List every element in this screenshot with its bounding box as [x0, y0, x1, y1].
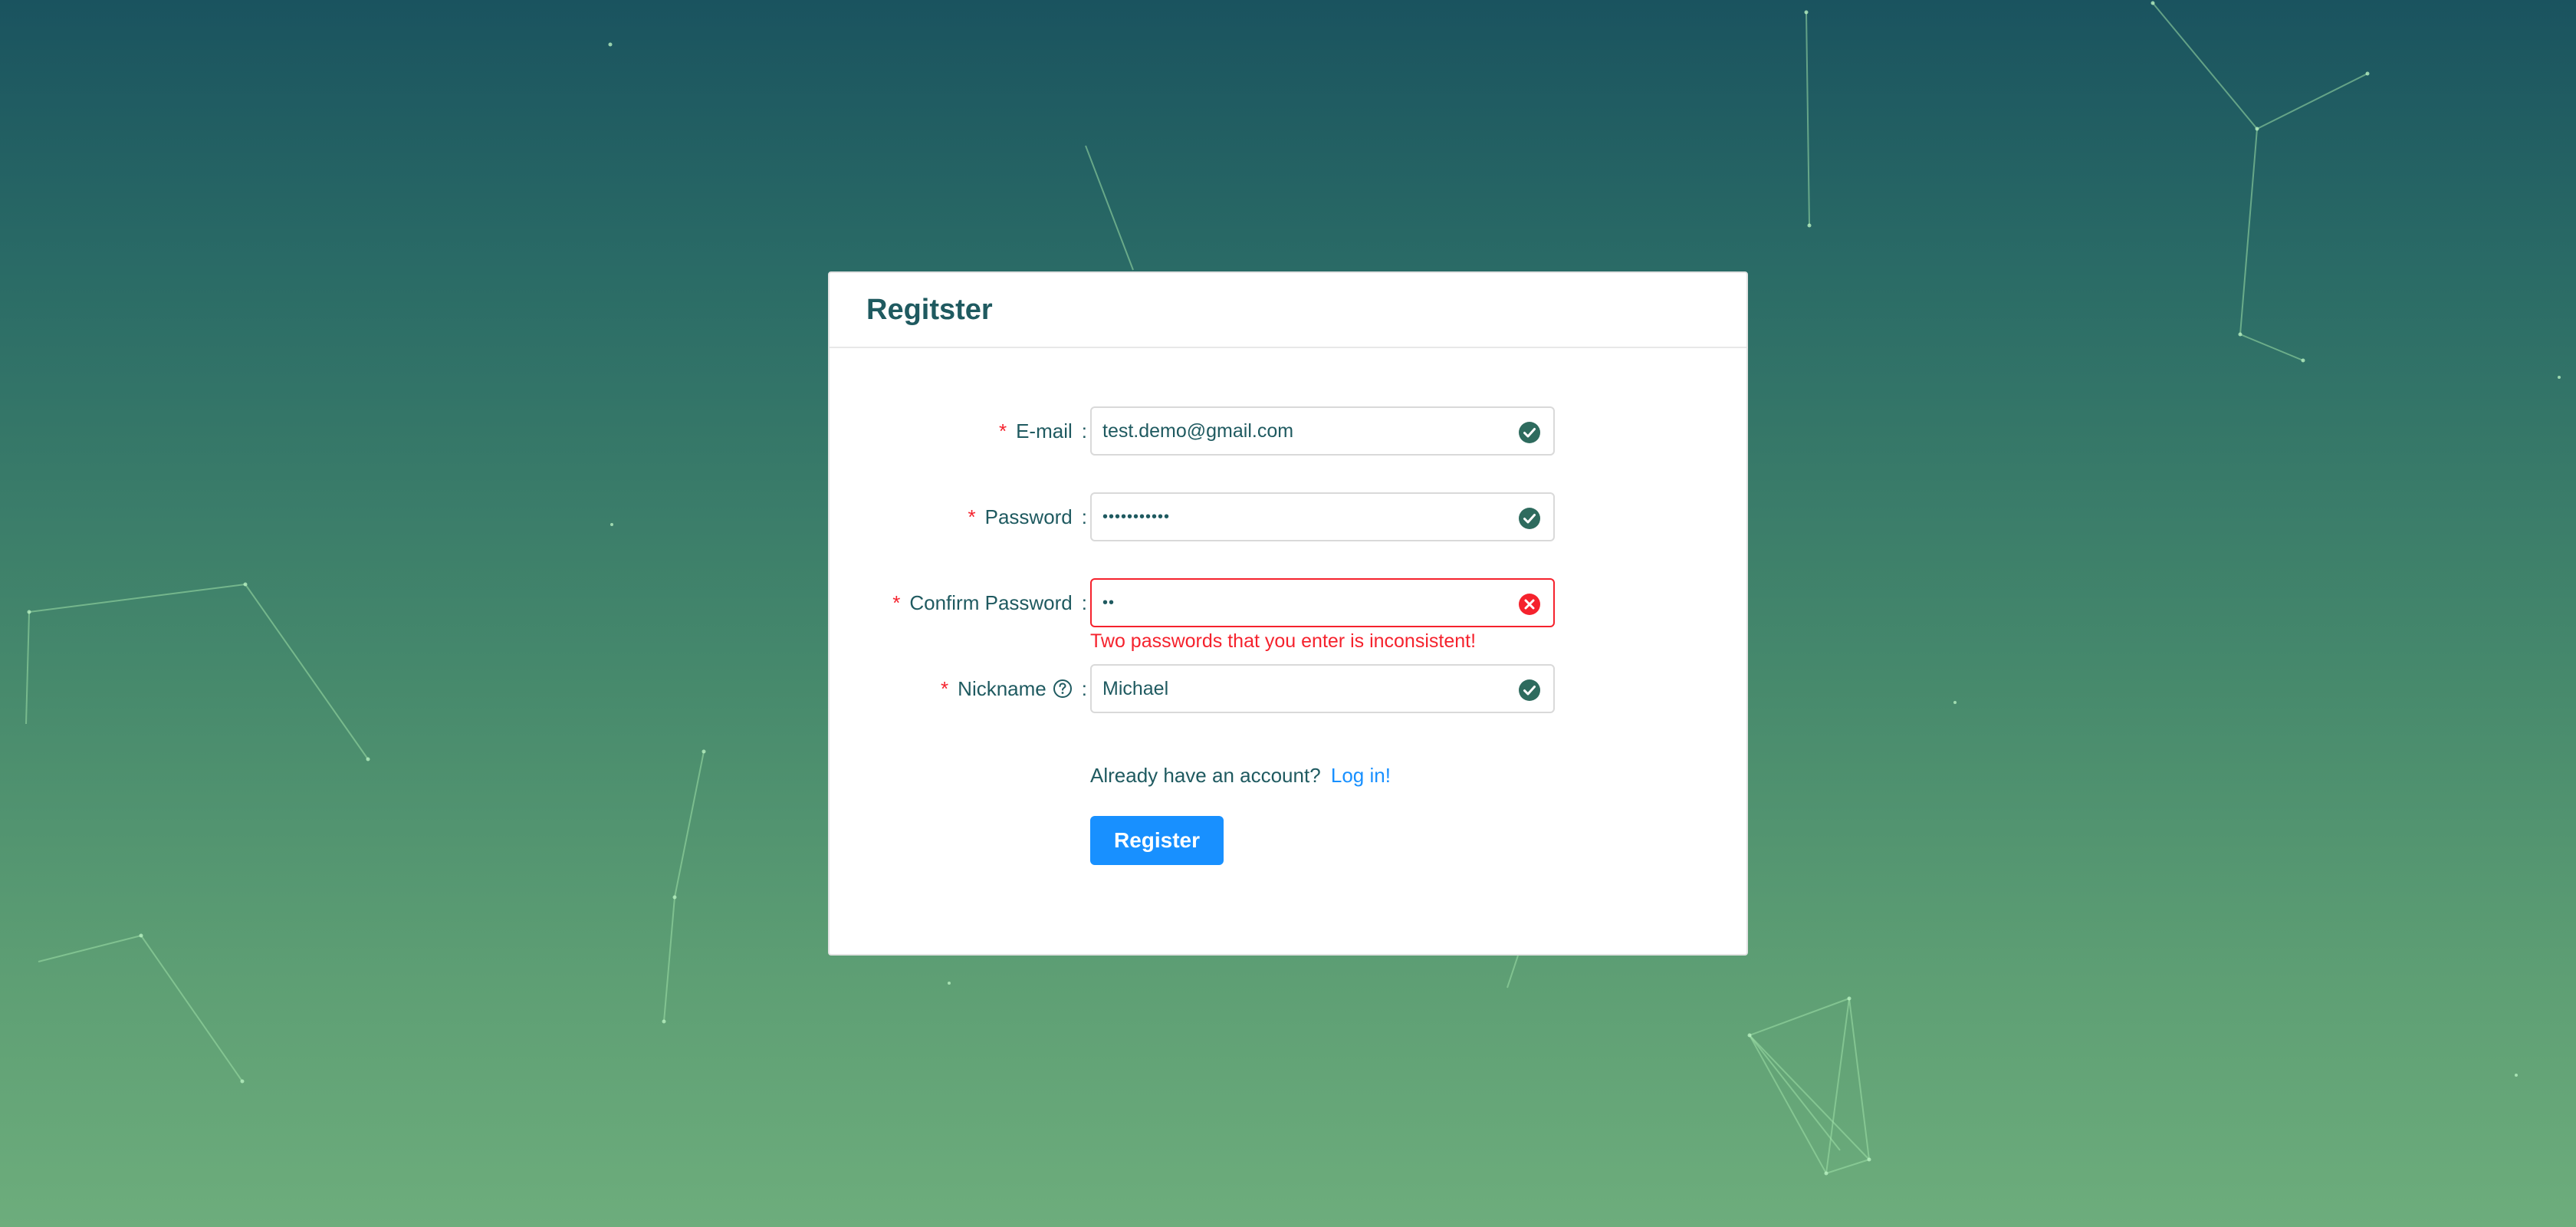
confirm-password-label: * Confirm Password : — [892, 590, 1087, 614]
email-row: * E-mail : test.demo@gmail.com — [830, 406, 1746, 456]
nickname-row: * Nickname : Michael — [830, 664, 1746, 713]
confirm-password-row: * Confirm Password : •• Two passwords th… — [830, 578, 1746, 652]
register-card: Regitster * E-mail : test.demo@gmail.com… — [828, 271, 1748, 956]
register-button[interactable]: Register — [1090, 816, 1224, 865]
check-circle-icon — [1519, 422, 1540, 443]
nickname-field[interactable]: Michael — [1090, 664, 1555, 713]
card-title: Regitster — [866, 293, 993, 326]
nickname-value: Michael — [1102, 677, 1169, 699]
login-prompt: Already have an account? — [1090, 764, 1321, 787]
check-circle-icon — [1519, 679, 1540, 701]
required-mark: * — [968, 505, 976, 528]
close-circle-icon — [1519, 594, 1540, 615]
card-header: Regitster — [830, 273, 1746, 348]
email-field[interactable]: test.demo@gmail.com — [1090, 406, 1555, 456]
submit-row: Register — [830, 816, 1746, 865]
confirm-password-error: Two passwords that you enter is inconsis… — [1090, 630, 1477, 652]
login-link[interactable]: Log in! — [1331, 764, 1391, 787]
confirm-password-value: •• — [1102, 594, 1116, 611]
email-value: test.demo@gmail.com — [1102, 419, 1294, 442]
email-label: * E-mail : — [998, 419, 1087, 442]
required-mark: * — [892, 590, 901, 614]
login-prompt-line: Already have an account? Log in! — [1090, 764, 1391, 788]
password-row: * Password : ••••••••••• — [830, 492, 1746, 541]
required-mark: * — [998, 419, 1007, 442]
nickname-label: * Nickname : — [941, 676, 1087, 700]
password-label: * Password : — [968, 505, 1087, 528]
confirm-password-field[interactable]: •• — [1090, 578, 1555, 627]
required-mark: * — [941, 676, 949, 700]
login-row: Already have an account? Log in! — [830, 764, 1746, 794]
password-field[interactable]: ••••••••••• — [1090, 492, 1555, 541]
password-value: ••••••••••• — [1102, 508, 1171, 525]
question-circle-icon[interactable] — [1053, 679, 1073, 699]
check-circle-icon — [1519, 508, 1540, 529]
